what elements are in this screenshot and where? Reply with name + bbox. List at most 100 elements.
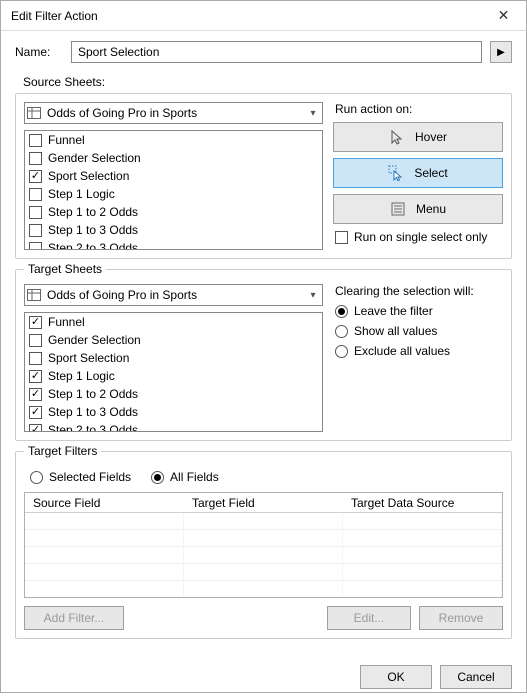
sheet-checkbox[interactable] [29,170,42,183]
edit-filter-button[interactable]: Edit... [327,606,411,630]
source-sheets-label: Source Sheets: [23,75,512,89]
exclude-all-radio[interactable] [335,345,348,358]
list-item[interactable]: Gender Selection [25,331,322,349]
leave-filter-radio-row[interactable]: Leave the filter [335,304,503,318]
source-sheets-panel: Odds of Going Pro in Sports ▾ Funnel Gend… [15,93,512,259]
target-sheets-label: Target Sheets [24,262,106,276]
list-item[interactable]: Sport Selection [25,167,322,185]
name-label: Name: [15,45,63,59]
list-item[interactable]: Step 2 to 3 Odds [25,421,322,432]
sheet-checkbox[interactable] [29,152,42,165]
selected-fields-radio[interactable] [30,471,43,484]
single-select-checkbox[interactable] [335,231,348,244]
sheet-checkbox[interactable] [29,134,42,147]
sheet-checkbox[interactable] [29,388,42,401]
sheet-label: Step 1 Logic [48,187,115,201]
sheet-checkbox[interactable] [29,424,42,433]
target-filters-label: Target Filters [24,444,101,458]
sheet-label: Funnel [48,315,85,329]
target-sheets-list[interactable]: Funnel Gender Selection Sport Selection Ste… [24,312,323,432]
close-icon: ✕ [498,7,510,24]
workbook-icon [25,107,43,119]
hover-icon [389,129,405,145]
grid-row[interactable] [25,581,502,597]
grid-row[interactable] [25,530,502,547]
grid-row[interactable] [25,513,502,530]
action-name-input[interactable] [71,41,482,63]
sheet-label: Sport Selection [48,169,129,183]
source-workbook-text: Odds of Going Pro in Sports [43,106,304,120]
selected-fields-radio-row[interactable]: Selected Fields [30,470,131,484]
sheet-checkbox[interactable] [29,352,42,365]
target-workbook-combo[interactable]: Odds of Going Pro in Sports ▾ [24,284,323,306]
close-button[interactable]: ✕ [481,1,526,30]
sheet-checkbox[interactable] [29,316,42,329]
sheet-checkbox[interactable] [29,242,42,251]
list-item[interactable]: Step 1 to 2 Odds [25,385,322,403]
filters-grid[interactable]: Source Field Target Field Target Data So… [24,492,503,598]
select-icon [388,165,404,181]
list-item[interactable]: Funnel [25,131,322,149]
run-action-on-label: Run action on: [335,102,503,116]
grid-header: Source Field Target Field Target Data So… [25,493,502,513]
target-filters-panel: Target Filters Selected Fields All Field… [15,451,512,639]
grid-body [25,513,502,597]
cancel-button[interactable]: Cancel [440,665,512,689]
all-fields-radio-row[interactable]: All Fields [151,470,219,484]
menu-icon [390,202,406,216]
add-filter-button[interactable]: Add Filter... [24,606,124,630]
all-fields-label: All Fields [170,470,219,484]
menu-label: Menu [416,202,446,216]
list-item[interactable]: Step 2 to 3 Odds [25,239,322,250]
list-item[interactable]: Step 1 Logic [25,367,322,385]
single-select-row[interactable]: Run on single select only [333,230,503,244]
col-target-field[interactable]: Target Field [184,493,343,512]
single-select-label: Run on single select only [354,230,487,244]
list-item[interactable]: Sport Selection [25,349,322,367]
run-on-menu-button[interactable]: Menu [333,194,503,224]
source-workbook-combo[interactable]: Odds of Going Pro in Sports ▾ [24,102,323,124]
leave-filter-label: Leave the filter [354,304,433,318]
sheet-checkbox[interactable] [29,224,42,237]
run-on-select-button[interactable]: Select [333,158,503,188]
exclude-all-label: Exclude all values [354,344,450,358]
leave-filter-radio[interactable] [335,305,348,318]
list-item[interactable]: Step 1 to 3 Odds [25,403,322,421]
list-item[interactable]: Step 1 to 2 Odds [25,203,322,221]
sheet-checkbox[interactable] [29,370,42,383]
show-all-radio[interactable] [335,325,348,338]
sheet-label: Step 1 to 2 Odds [48,205,138,219]
col-source-field[interactable]: Source Field [25,493,184,512]
list-item[interactable]: Gender Selection [25,149,322,167]
sheet-label: Funnel [48,133,85,147]
sheet-label: Step 1 to 3 Odds [48,405,138,419]
ok-button[interactable]: OK [360,665,432,689]
sheet-checkbox[interactable] [29,188,42,201]
all-fields-radio[interactable] [151,471,164,484]
sheet-label: Gender Selection [48,333,141,347]
show-all-radio-row[interactable]: Show all values [335,324,503,338]
sheet-checkbox[interactable] [29,406,42,419]
run-on-hover-button[interactable]: Hover [333,122,503,152]
grid-row[interactable] [25,564,502,581]
sheet-checkbox[interactable] [29,334,42,347]
list-item[interactable]: Step 1 to 3 Odds [25,221,322,239]
sheet-label: Step 2 to 3 Odds [48,241,138,250]
remove-filter-button[interactable]: Remove [419,606,503,630]
list-item[interactable]: Step 1 Logic [25,185,322,203]
col-target-datasource[interactable]: Target Data Source [343,493,502,512]
sheet-checkbox[interactable] [29,206,42,219]
sheet-label: Gender Selection [48,151,141,165]
chevron-right-icon: ▶ [497,47,505,58]
sheet-label: Step 1 to 2 Odds [48,387,138,401]
insert-variable-button[interactable]: ▶ [490,41,512,63]
source-sheets-list[interactable]: Funnel Gender Selection Sport Selection Ste… [24,130,323,250]
sheet-label: Step 1 Logic [48,369,115,383]
list-item[interactable]: Funnel [25,313,322,331]
exclude-all-radio-row[interactable]: Exclude all values [335,344,503,358]
chevron-down-icon: ▾ [304,108,322,119]
name-row: Name: ▶ [15,41,512,63]
workbook-icon [25,289,43,301]
titlebar: Edit Filter Action ✕ [1,1,526,31]
grid-row[interactable] [25,547,502,564]
